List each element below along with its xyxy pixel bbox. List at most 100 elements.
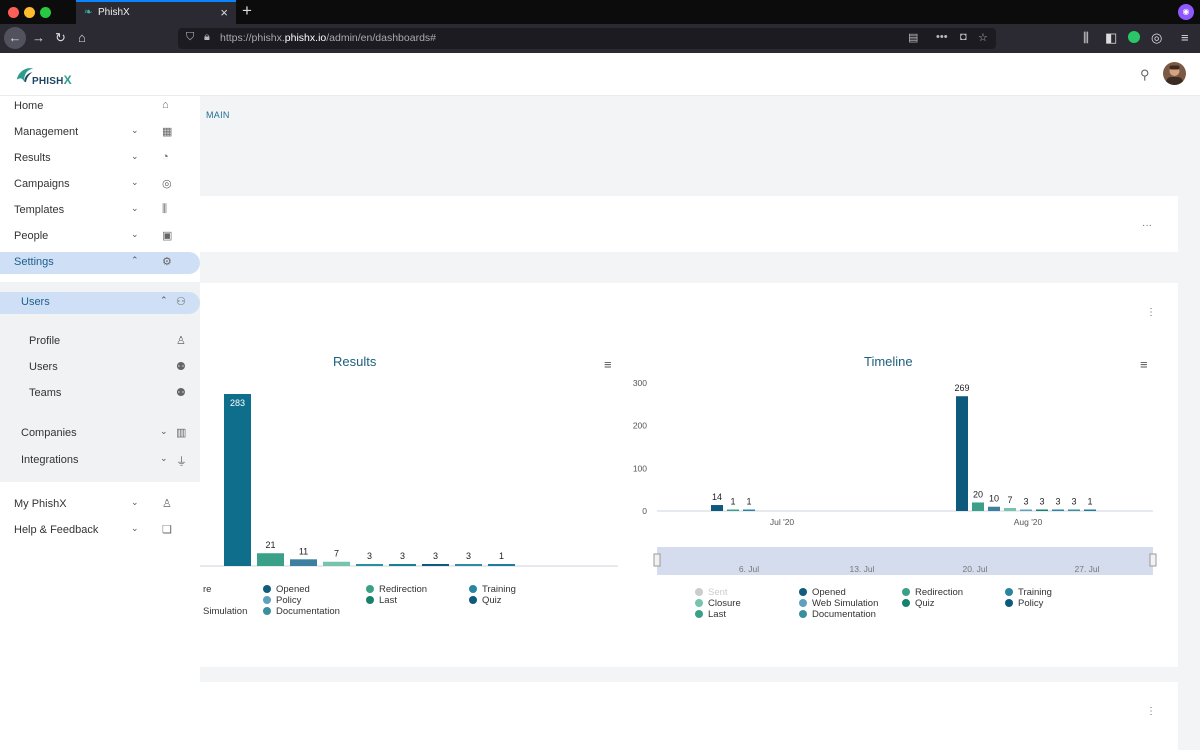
results-legend-marker [366,585,374,593]
url-bar[interactable]: ⛉ 🔒︎ https://phishx.phishx.io/admin/en/d… [178,28,996,49]
reload-icon[interactable]: ↻ [55,29,66,47]
sidebar-item-label: Companies [21,427,77,439]
navigator-right-handle[interactable] [1149,553,1157,567]
more-actions-icon[interactable]: ••• [936,31,948,43]
timeline-chart-menu-icon[interactable]: ≡ [1140,357,1148,372]
vertical-dots-icon[interactable]: ⋮ [1146,706,1156,717]
results-legend-label[interactable]: Training [482,584,516,595]
sidebar-item-my-phishx[interactable]: My PhishX ⌄ ♙ [0,494,200,516]
sidebar-item-help-feedback[interactable]: Help & Feedback ⌄ ❏ [0,520,200,542]
timeline-legend-label[interactable]: Last [708,609,726,620]
timeline-legend-label[interactable]: Documentation [812,609,876,620]
search-icon[interactable]: ⚲ [1140,67,1150,83]
timeline-bar[interactable] [1004,508,1016,511]
reader-view-icon[interactable]: ▤ [908,31,918,44]
results-chart: 283 21 11 7 3 3 3 3 1 re Opened Redirection Training… [200,394,618,617]
sidebar-item-label: Templates [14,204,65,216]
results-legend-label[interactable]: Simulation [203,606,247,617]
sidebar-item-profile[interactable]: Profile ♙ [0,331,200,353]
shield-icon[interactable]: ⛉ [186,31,194,44]
results-chart-menu-icon[interactable]: ≡ [604,357,612,372]
timeline-bar[interactable] [711,505,723,511]
results-legend-label[interactable]: Policy [276,595,302,606]
results-legend-label[interactable]: Redirection [379,584,427,595]
timeline-bar[interactable] [988,506,1000,511]
pocket-icon[interactable]: ◘ [960,31,967,43]
sidebar-item-settings[interactable]: Settings ⌃ ⚙ [0,252,200,274]
more-options-icon[interactable]: ··· [1142,220,1152,231]
timeline-legend-marker [902,599,910,607]
extension-check-icon[interactable] [1128,31,1140,43]
timeline-legend-label[interactable]: Quiz [915,598,935,609]
home-icon[interactable]: ⌂ [78,29,86,47]
timeline-legend-marker [695,599,703,607]
sidebar-item-home[interactable]: Home ⌂ [0,96,200,118]
forward-icon[interactable]: → [32,29,45,47]
timeline-bar[interactable] [743,509,755,512]
timeline-legend-label[interactable]: Web Simulation [812,598,878,609]
sidebar-item-campaigns[interactable]: Campaigns ⌄ ◎ [0,174,200,196]
results-bar[interactable] [422,564,449,566]
new-tab-icon[interactable]: + [242,1,252,21]
timeline-bar[interactable] [727,509,739,512]
results-bar[interactable] [290,559,317,566]
results-bar[interactable] [389,564,416,566]
results-legend-label[interactable]: Opened [276,584,310,595]
results-bar[interactable] [323,561,350,566]
vertical-dots-icon[interactable]: ⋮ [1146,307,1156,318]
timeline-legend-label[interactable]: Redirection [915,587,963,598]
sidebar-item-users-group[interactable]: Users ⌃ ⚇ [0,292,200,314]
chevron-down-icon: ⌄ [131,125,139,135]
timeline-bar[interactable] [1052,509,1064,512]
timeline-legend-label[interactable]: Closure [708,598,741,609]
timeline-legend-label[interactable]: Opened [812,587,846,598]
timeline-legend-label[interactable]: Sent [708,587,728,598]
sidebar-item-management[interactable]: Management ⌄ ▦ [0,122,200,144]
results-bar[interactable] [488,564,515,566]
close-window-button[interactable] [8,7,19,18]
back-icon[interactable]: ← [4,27,26,49]
results-legend-label[interactable]: re [203,584,211,595]
results-bar[interactable] [356,564,383,566]
results-chart-title: Results [333,354,377,369]
sidebar-item-templates[interactable]: Templates ⌄ ⫼ [0,200,200,222]
results-bar[interactable] [257,553,284,566]
bookmark-star-icon[interactable]: ☆ [978,31,988,44]
library-icon[interactable]: ⫼ [1083,29,1089,47]
sidebar-item-people[interactable]: People ⌄ ▣ [0,226,200,248]
results-legend-label[interactable]: Last [379,595,397,606]
avatar[interactable] [1163,62,1186,85]
sidebar-item-results[interactable]: Results ⌄ ◔ [0,148,200,170]
timeline-bar[interactable] [1068,509,1080,512]
results-bar[interactable] [224,394,251,566]
account-icon[interactable]: ◎ [1151,29,1162,47]
results-data-label: 3 [466,551,471,561]
timeline-bar[interactable] [956,396,968,511]
results-legend-label[interactable]: Documentation [276,606,340,617]
maximize-window-button[interactable] [40,7,51,18]
timeline-bar[interactable] [972,502,984,511]
timeline-bar[interactable] [1020,509,1032,512]
minimize-window-button[interactable] [24,7,35,18]
private-mask-icon[interactable]: ◉ [1178,4,1194,20]
timeline-bar[interactable] [1084,509,1096,512]
sidebar-item-integrations[interactable]: Integrations ⌄ ⏚ [0,450,200,472]
navigator-left-handle[interactable] [653,553,661,567]
close-tab-icon[interactable]: × [220,5,228,20]
timeline-data-label: 269 [954,383,969,393]
sidebar-item-users[interactable]: Users ⚉ [0,357,200,379]
results-bar[interactable] [455,564,482,566]
breadcrumb[interactable]: MAIN [206,110,230,120]
timeline-bar[interactable] [1036,509,1048,512]
menu-icon[interactable]: ≡ [1181,29,1189,47]
sidebar-item-companies[interactable]: Companies ⌄ ▥ [0,423,200,445]
results-legend-label[interactable]: Quiz [482,595,502,606]
sidebar-item-teams[interactable]: Teams ⚉ [0,383,200,405]
timeline-legend-label[interactable]: Policy [1018,598,1044,609]
sidebar-toggle-icon[interactable]: ◧ [1105,29,1117,47]
plug-icon: ⏚ [176,456,187,468]
results-data-label: 283 [230,398,245,408]
timeline-legend-label[interactable]: Training [1018,587,1052,598]
results-legend-marker [263,596,271,604]
browser-tab[interactable]: ❧ PhishX × [76,0,236,24]
